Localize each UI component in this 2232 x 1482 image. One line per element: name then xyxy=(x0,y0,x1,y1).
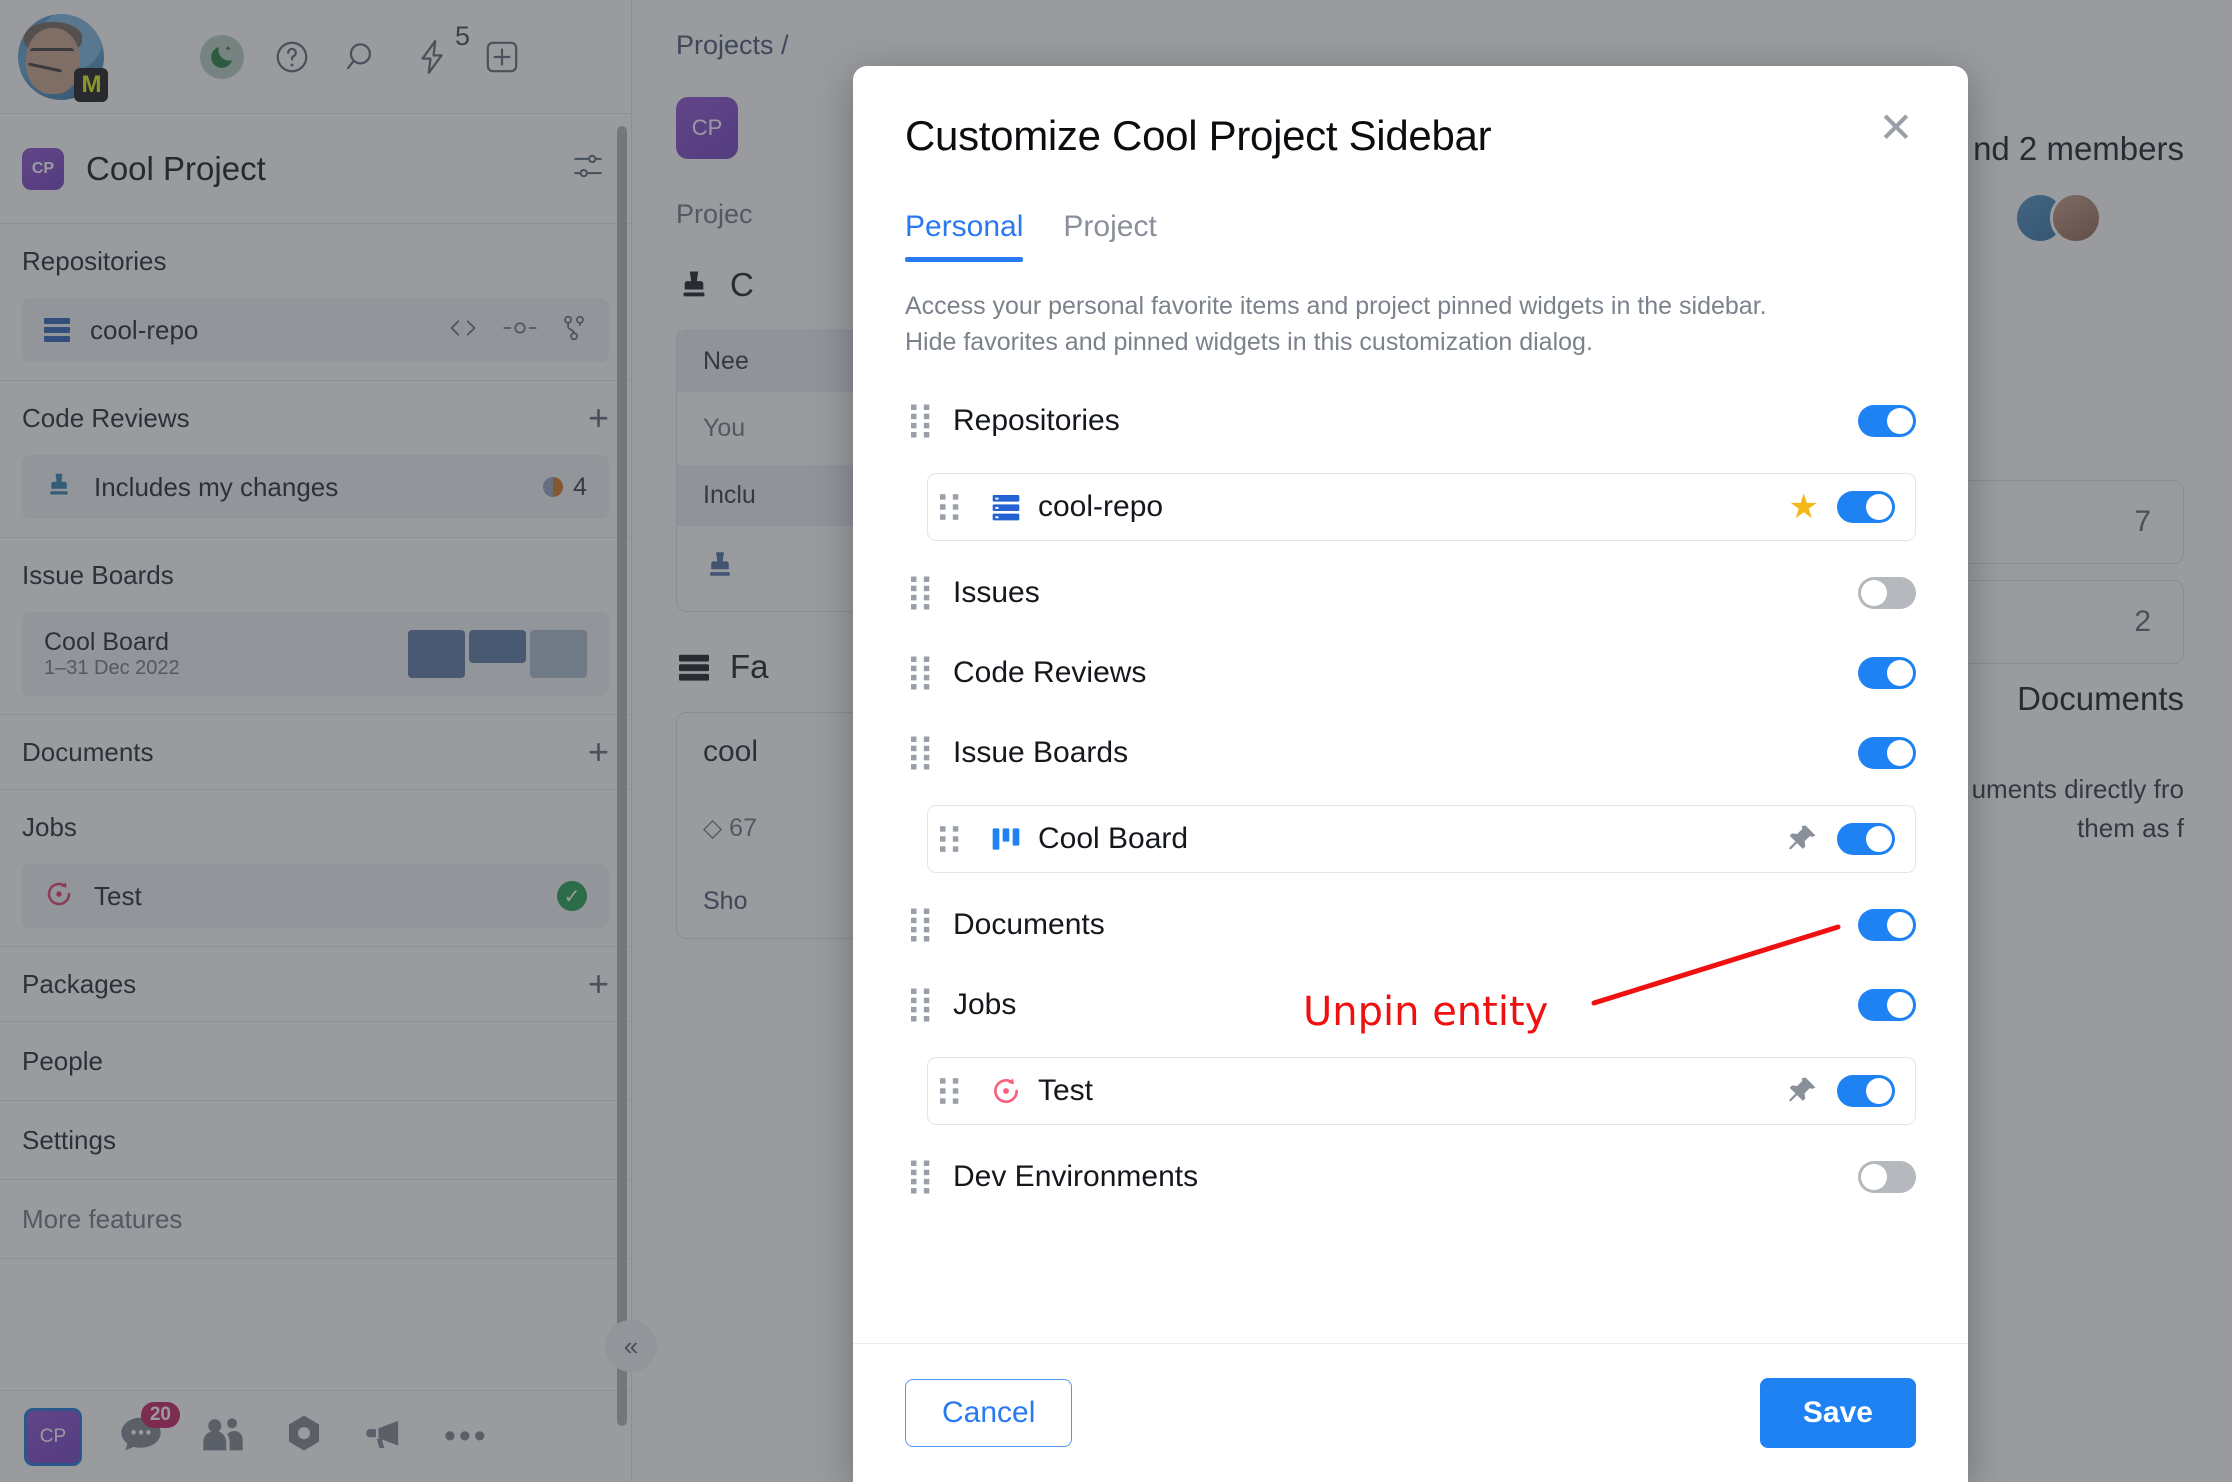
pin-icon[interactable] xyxy=(1785,1074,1819,1108)
visibility-toggle[interactable] xyxy=(1858,656,1916,689)
description-line-2: Hide favorites and pinned widgets in thi… xyxy=(905,328,1593,357)
list-item[interactable]: Repositories xyxy=(905,393,1916,449)
list-item[interactable]: cool-repo ★ xyxy=(927,472,1916,541)
visibility-toggle[interactable] xyxy=(1837,1074,1895,1107)
visibility-toggle[interactable] xyxy=(1858,1160,1916,1193)
drag-handle-icon[interactable] xyxy=(905,908,939,942)
list-item[interactable]: Dev Environments xyxy=(905,1149,1916,1205)
list-item[interactable]: Issues xyxy=(905,565,1916,621)
drag-handle-icon[interactable] xyxy=(905,988,939,1022)
visibility-toggle[interactable] xyxy=(1837,490,1895,523)
drag-handle-icon[interactable] xyxy=(905,656,939,690)
dialog-header: Customize Cool Project Sidebar ✕ xyxy=(853,66,1968,160)
list-item[interactable]: Jobs xyxy=(905,977,1916,1033)
list-item[interactable]: Documents xyxy=(905,897,1916,953)
list-item-label: Issue Boards xyxy=(953,735,1129,769)
close-icon[interactable]: ✕ xyxy=(1872,104,1920,152)
visibility-toggle[interactable] xyxy=(1858,404,1916,437)
visibility-toggle[interactable] xyxy=(1858,576,1916,609)
list-item[interactable]: Cool Board xyxy=(927,804,1916,873)
list-item-label: cool-repo xyxy=(1038,489,1164,523)
visibility-toggle[interactable] xyxy=(1858,908,1916,941)
pin-icon[interactable] xyxy=(1785,822,1819,856)
list-item-label: Jobs xyxy=(953,987,1017,1021)
sidebar-items-list: Repositories cool-repo ★ Issues Code Rev… xyxy=(853,361,1968,1344)
tab-project[interactable]: Project xyxy=(1063,210,1156,262)
save-button[interactable]: Save xyxy=(1759,1378,1916,1448)
dialog-title: Customize Cool Project Sidebar xyxy=(905,112,1492,159)
drag-handle-icon[interactable] xyxy=(934,822,968,856)
list-item-label: Cool Board xyxy=(1038,821,1189,855)
tab-personal[interactable]: Personal xyxy=(905,210,1024,262)
list-item-label: Dev Environments xyxy=(953,1159,1199,1193)
list-item-label: Code Reviews xyxy=(953,655,1147,689)
visibility-toggle[interactable] xyxy=(1858,988,1916,1021)
repo-icon xyxy=(990,491,1022,523)
drag-handle-icon[interactable] xyxy=(905,736,939,770)
visibility-toggle[interactable] xyxy=(1837,822,1895,855)
list-item-label: Test xyxy=(1038,1073,1094,1107)
list-item[interactable]: Code Reviews xyxy=(905,645,1916,701)
dialog-footer: Cancel Save xyxy=(853,1343,1968,1482)
star-icon[interactable]: ★ xyxy=(1789,487,1819,527)
list-item-label: Issues xyxy=(953,575,1040,609)
cancel-button[interactable]: Cancel xyxy=(905,1379,1073,1447)
drag-handle-icon[interactable] xyxy=(934,490,968,524)
list-item[interactable]: Test xyxy=(927,1056,1916,1125)
job-icon xyxy=(990,1075,1022,1107)
dialog-description: Access your personal favorite items and … xyxy=(853,262,1968,361)
description-line-1: Access your personal favorite items and … xyxy=(905,292,1767,320)
list-item-label: Documents xyxy=(953,907,1105,941)
drag-handle-icon[interactable] xyxy=(905,404,939,438)
drag-handle-icon[interactable] xyxy=(905,576,939,610)
drag-handle-icon[interactable] xyxy=(905,1160,939,1194)
board-icon xyxy=(990,824,1022,854)
visibility-toggle[interactable] xyxy=(1858,736,1916,769)
customize-sidebar-dialog: Customize Cool Project Sidebar ✕ Persona… xyxy=(853,66,1968,1482)
drag-handle-icon[interactable] xyxy=(934,1074,968,1108)
dialog-tabs: Personal Project xyxy=(853,210,1968,262)
list-item[interactable]: Issue Boards xyxy=(905,725,1916,781)
list-item-label: Repositories xyxy=(953,403,1120,437)
